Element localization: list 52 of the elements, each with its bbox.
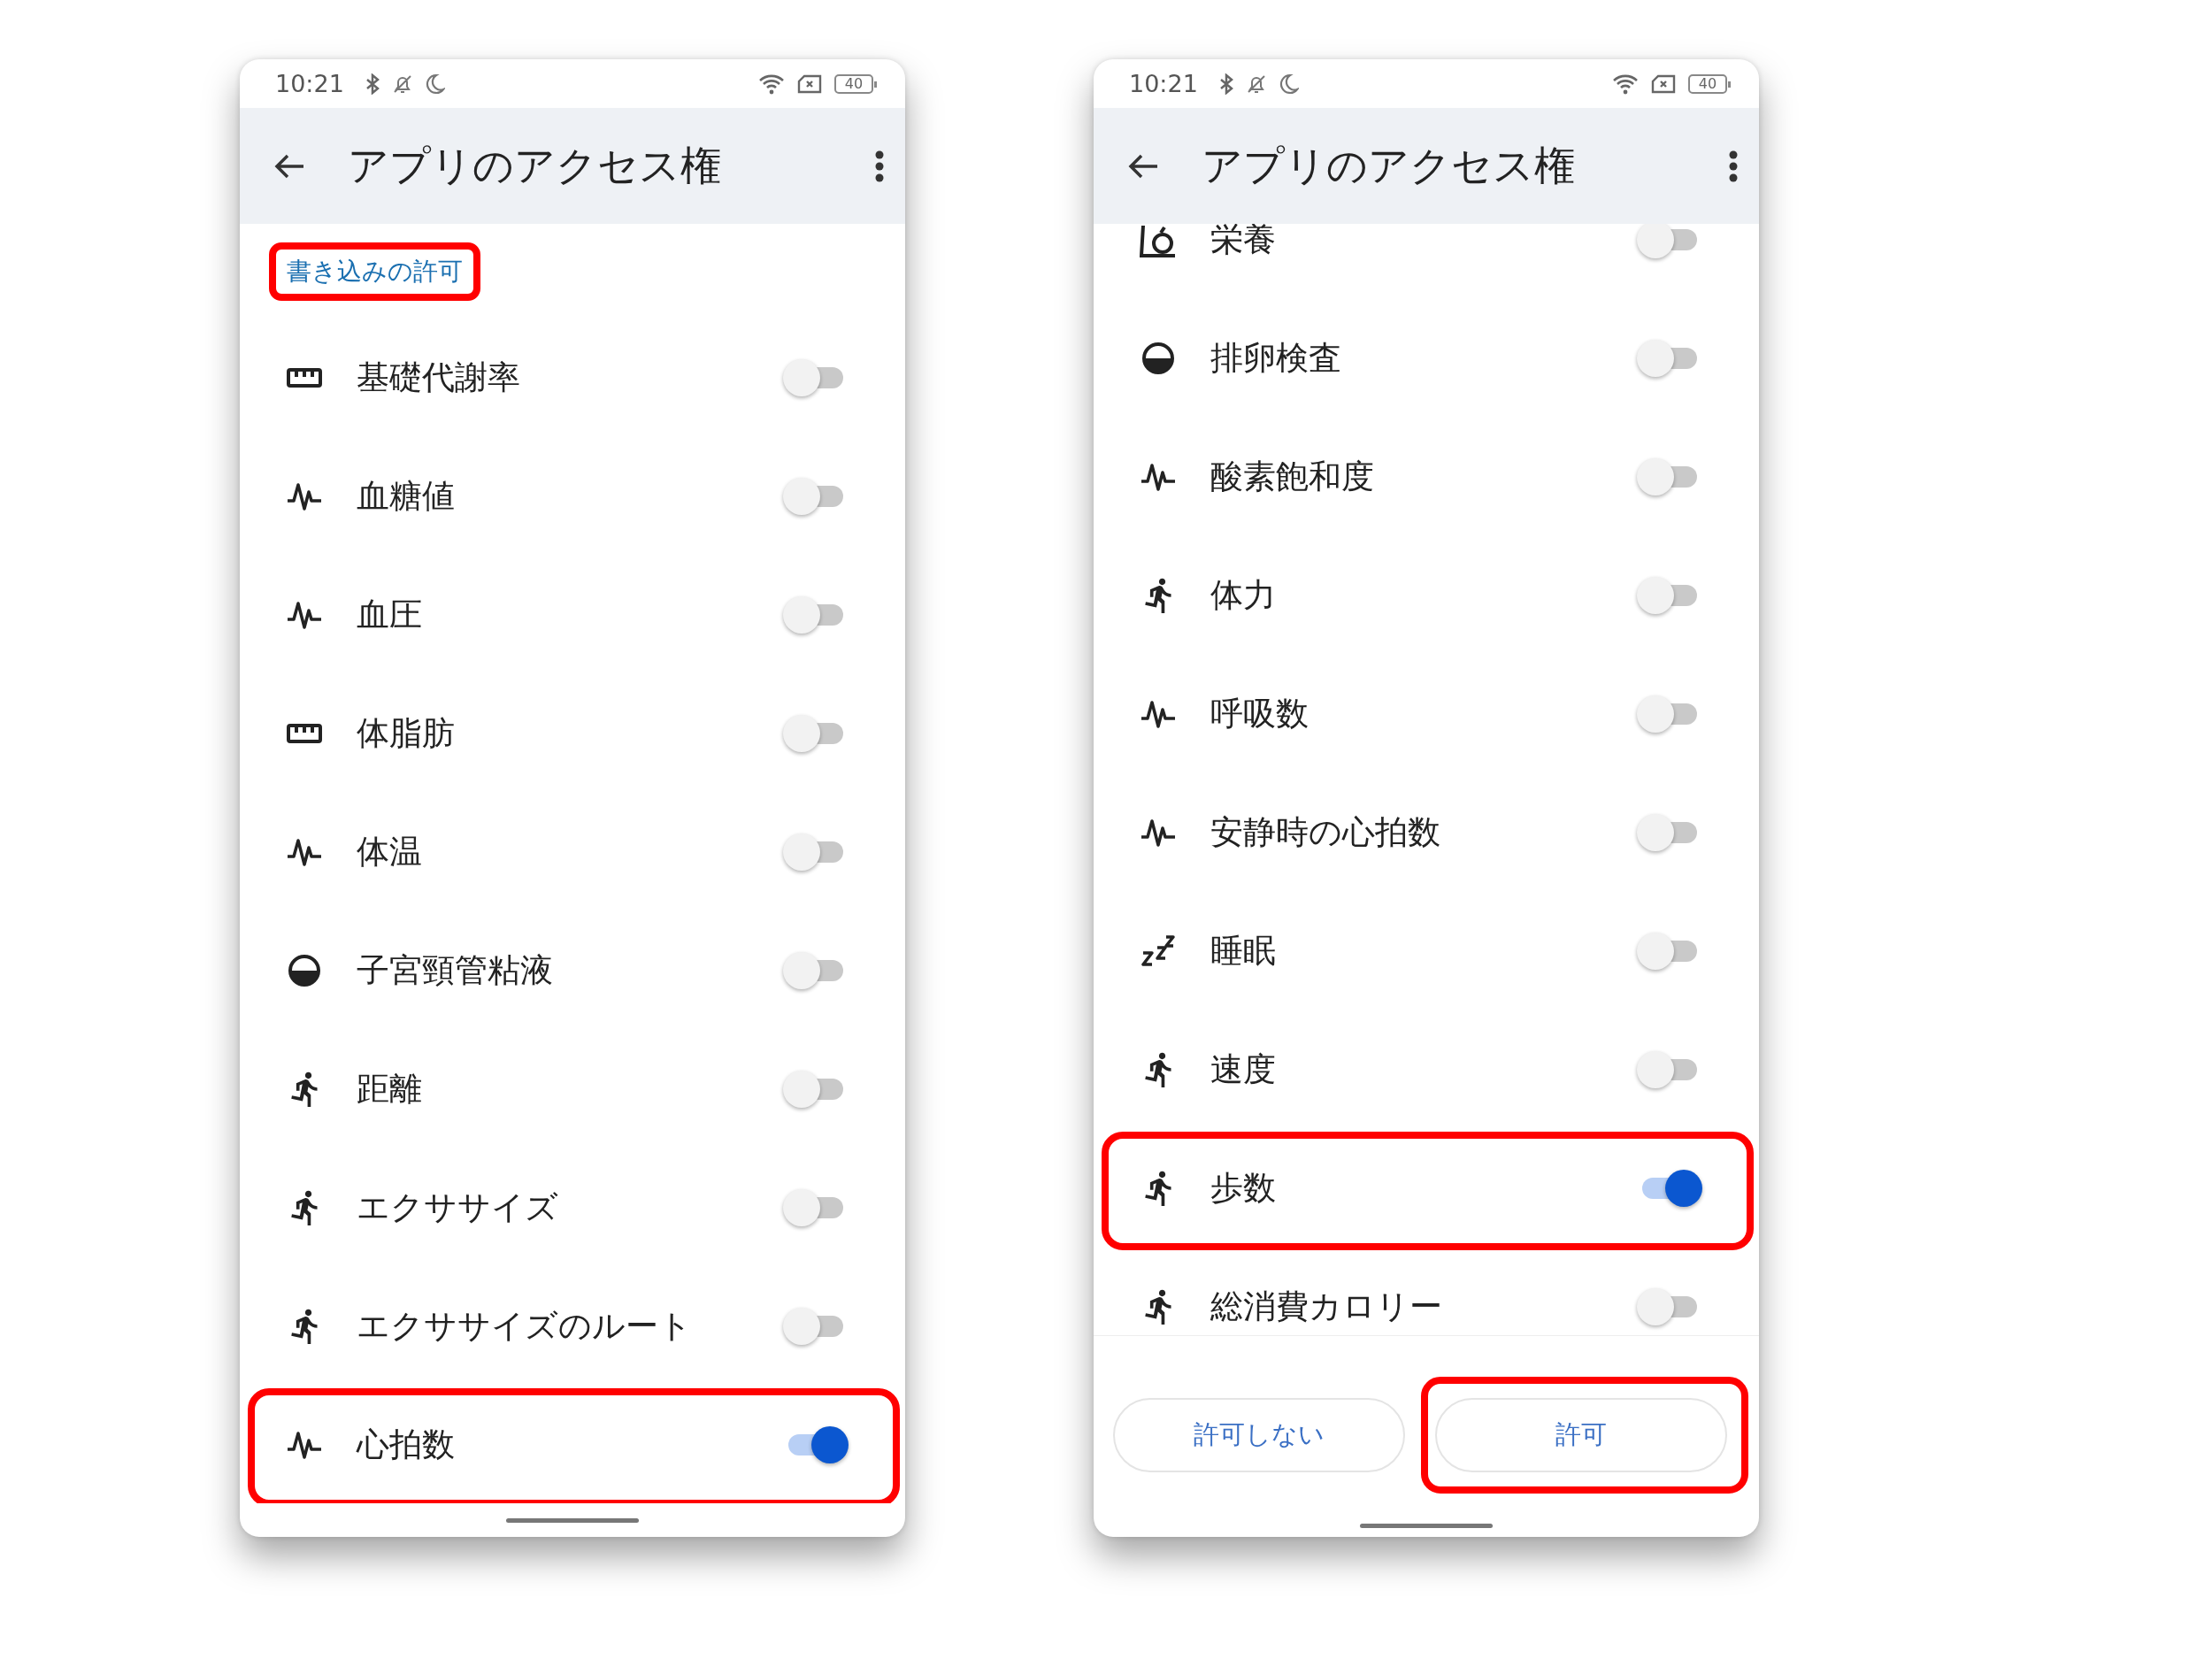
permission-label: 距離 <box>357 1069 423 1110</box>
more-menu-icon[interactable] <box>875 150 884 182</box>
permission-label: 総消費カロリー <box>1210 1286 1443 1327</box>
home-indicator[interactable] <box>506 1517 639 1523</box>
no-sim-icon <box>1651 73 1676 95</box>
permission-label: 速度 <box>1210 1049 1277 1090</box>
back-arrow-icon[interactable] <box>273 152 305 180</box>
permission-label: 体脂肪 <box>357 713 456 754</box>
permission-label: 排卵検査 <box>1210 338 1342 379</box>
pulse-icon <box>1141 462 1176 492</box>
permission-label: エクササイズのルート <box>357 1306 693 1347</box>
ruler-icon <box>287 724 322 743</box>
half-circle-icon <box>1141 342 1175 375</box>
permission-label: 体力 <box>1210 575 1277 616</box>
deny-button[interactable]: 許可しない <box>1113 1398 1405 1472</box>
permission-label: 歩数 <box>1210 1168 1277 1209</box>
half-circle-icon <box>288 954 321 987</box>
nutrition-icon <box>1140 224 1177 257</box>
pulse-icon <box>1141 818 1176 848</box>
permission-label: 心拍数 <box>357 1425 456 1465</box>
pulse-icon <box>1141 699 1176 729</box>
status-time: 10:21 <box>1129 70 1198 97</box>
allow-button[interactable]: 許可 <box>1435 1398 1727 1472</box>
pulse-icon <box>287 600 322 630</box>
bluetooth-icon <box>365 73 380 95</box>
section-heading: 書き込みの許可 <box>269 242 480 301</box>
permission-label: 呼吸数 <box>1210 694 1310 734</box>
moon-icon <box>1279 73 1299 95</box>
status-time: 10:21 <box>275 70 344 97</box>
sleep-icon <box>1141 935 1175 967</box>
permission-label: 血糖値 <box>357 476 456 517</box>
more-menu-icon[interactable] <box>1729 150 1738 182</box>
pulse-icon <box>287 1430 322 1460</box>
screen-title: アプリのアクセス権 <box>1202 140 1576 191</box>
wifi-icon <box>1612 73 1639 95</box>
permission-label: エクササイズ <box>357 1187 559 1228</box>
permission-label: 体温 <box>357 832 423 872</box>
permission-label: 安静時の心拍数 <box>1210 812 1441 853</box>
permission-label: 睡眠 <box>1210 931 1277 972</box>
screen-title: アプリのアクセス権 <box>348 140 722 191</box>
ruler-icon <box>287 368 322 388</box>
permission-label: 血圧 <box>357 595 423 635</box>
pulse-icon <box>287 837 322 867</box>
moon-icon <box>425 73 445 95</box>
no-sim-icon <box>797 73 822 95</box>
permission-label: 子宮頸管粘液 <box>357 950 554 991</box>
permission-label: 酸素飽和度 <box>1210 457 1375 497</box>
back-arrow-icon[interactable] <box>1127 152 1159 180</box>
wifi-icon <box>758 73 785 95</box>
pulse-icon <box>287 481 322 511</box>
bluetooth-icon <box>1218 73 1233 95</box>
permission-label: 基礎代謝率 <box>357 357 521 398</box>
